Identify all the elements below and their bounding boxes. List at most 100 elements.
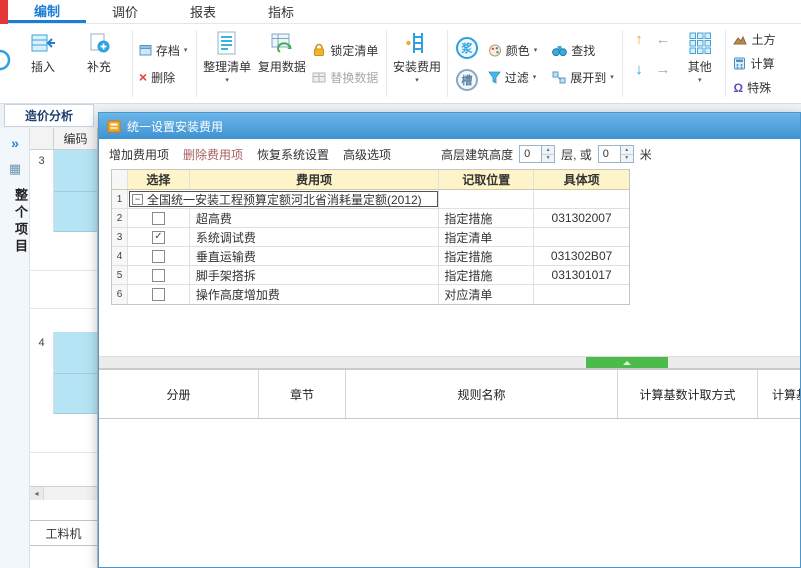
move-right-button[interactable]: →: [655, 61, 670, 78]
item-code-cell[interactable]: [534, 190, 629, 208]
search-icon[interactable]: [0, 34, 12, 94]
checkbox[interactable]: [151, 211, 165, 225]
circle-cao-button[interactable]: 槽: [455, 68, 478, 91]
calculator-button[interactable]: 计算: [733, 55, 800, 72]
spin-up-button[interactable]: ▲: [620, 146, 633, 155]
spin-down-button[interactable]: ▼: [620, 154, 633, 162]
tab-compile[interactable]: 编制: [8, 0, 87, 23]
fee-name-cell[interactable]: 垂直运输费: [190, 247, 440, 265]
splitter-handle[interactable]: [586, 357, 668, 368]
replace-data-button[interactable]: 替换数据: [312, 69, 379, 86]
select-cell[interactable]: [128, 285, 190, 304]
reuse-data-icon: [269, 29, 295, 56]
item-code-cell[interactable]: [534, 228, 629, 246]
checkbox[interactable]: [151, 268, 165, 282]
fee-name-cell[interactable]: 系统调试费: [190, 228, 440, 246]
table-splitter: [99, 356, 800, 369]
archive-label: 存档: [155, 43, 180, 58]
tab-indicators[interactable]: 指标: [242, 0, 320, 23]
reuse-data-button[interactable]: 复用数据: [255, 24, 308, 103]
advanced-options-button[interactable]: 高级选项: [343, 146, 391, 163]
lock-list-button[interactable]: 锁定清单: [312, 42, 379, 59]
fee-name-cell[interactable]: 操作高度增加费: [190, 285, 440, 304]
ribbon-group-color-filter: 颜色 ▾ 过滤 ▾: [484, 24, 549, 103]
left-navigation-strip: » ▦ 整个项目: [0, 128, 30, 568]
item-code-cell[interactable]: 031301017: [534, 266, 629, 284]
circle-jiang-button[interactable]: 浆: [455, 36, 478, 59]
dialog-install-fee-settings: 统一设置安装费用 增加费用项 删除费用项 恢复系统设置 高级选项 高层建筑高度 …: [98, 112, 801, 568]
position-cell[interactable]: 指定清单: [439, 228, 535, 246]
ribbon-separator: [724, 30, 726, 97]
scroll-left-button[interactable]: ◂: [30, 487, 44, 500]
reuse-data-label: 复用数据: [257, 60, 306, 74]
item-code-cell[interactable]: [534, 285, 629, 304]
grid-cell-cyan[interactable]: [54, 332, 97, 414]
archive-button[interactable]: 存档 ▾: [139, 42, 190, 59]
position-cell[interactable]: 对应清单: [439, 285, 535, 304]
position-cell[interactable]: 指定措施: [439, 209, 535, 227]
find-button[interactable]: 查找: [552, 42, 616, 59]
item-code-cell[interactable]: 031302B07: [534, 247, 629, 265]
ribbon-group-find-expand: 查找 展开到 ▾: [548, 24, 620, 103]
delete-fee-item-button[interactable]: 删除费用项: [183, 146, 243, 163]
filter-button[interactable]: 过滤 ▾: [487, 69, 545, 86]
labor-material-label: 工料机: [45, 526, 82, 541]
move-down-button[interactable]: ↓: [635, 61, 643, 78]
header-volume: 分册: [99, 370, 259, 418]
position-cell[interactable]: 指定措施: [439, 266, 535, 284]
select-cell[interactable]: [128, 209, 190, 227]
dialog-toolbar: 增加费用项 删除费用项 恢复系统设置 高级选项 高层建筑高度 0 ▲ ▼ 层, …: [99, 139, 800, 169]
select-cell[interactable]: [128, 247, 190, 265]
expand-to-label: 展开到: [570, 70, 607, 85]
position-cell[interactable]: [439, 190, 535, 208]
root-node-cell[interactable]: − 全国统一安装工程预算定额河北省消耗量定额(2012): [128, 190, 440, 208]
install-fee-button[interactable]: 安装费用 ▾: [389, 24, 446, 103]
insert-button[interactable]: 插入: [15, 24, 71, 103]
checkbox[interactable]: [151, 288, 165, 301]
meters-spinner[interactable]: 0 ▲ ▼: [597, 145, 634, 163]
dialog-icon: [107, 120, 121, 133]
horizontal-scrollbar[interactable]: ◂: [30, 486, 97, 500]
fee-name-cell[interactable]: 脚手架搭拆: [190, 266, 440, 284]
select-cell[interactable]: [128, 266, 190, 284]
tab-label: 报表: [190, 5, 217, 20]
add-fee-item-button[interactable]: 增加费用项: [109, 146, 169, 163]
collapse-panel-button[interactable]: »: [0, 135, 30, 151]
position-cell[interactable]: 指定措施: [439, 247, 535, 265]
tab-labor-material[interactable]: 工料机: [30, 520, 97, 546]
tab-cost-analysis[interactable]: 造价分析: [4, 104, 94, 127]
color-label: 颜色: [505, 43, 530, 58]
special-symbol-button[interactable]: Ω 特殊: [733, 79, 800, 96]
fee-name-cell[interactable]: 超高费: [190, 209, 440, 227]
restore-system-settings-button[interactable]: 恢复系统设置: [257, 146, 329, 163]
item-code-cell[interactable]: 031302007: [534, 209, 629, 227]
meters-value: 0: [602, 148, 609, 160]
move-left-button[interactable]: ←: [655, 31, 670, 48]
floors-spinner[interactable]: 0 ▲ ▼: [519, 145, 556, 163]
tree-collapse-icon[interactable]: −: [131, 193, 143, 205]
dialog-title-bar[interactable]: 统一设置安装费用: [99, 113, 800, 139]
checkbox-checked[interactable]: ✓: [151, 230, 165, 244]
floors-suffix-label: 层, 或: [561, 147, 592, 162]
move-up-button[interactable]: ↑: [635, 31, 643, 48]
select-cell[interactable]: ✓: [128, 228, 190, 246]
replace-data-label: 替换数据: [330, 70, 379, 85]
other-button[interactable]: 其他 ▾: [677, 24, 723, 103]
delete-button[interactable]: × 删除: [139, 69, 190, 86]
tab-reports[interactable]: 报表: [164, 0, 242, 23]
app-corner-accent: [0, 0, 8, 24]
earthwork-button[interactable]: 土方: [733, 31, 800, 48]
grid-cell-cyan[interactable]: [54, 150, 97, 232]
spinner-buttons: ▲ ▼: [541, 146, 555, 162]
checkbox[interactable]: [151, 249, 165, 263]
ribbon-group-cut-right: 土方 计算 Ω 特殊: [727, 24, 800, 103]
organize-list-button[interactable]: 整理清单 ▾: [199, 24, 256, 103]
header-rule-name: 规则名称: [346, 370, 618, 418]
panel-grid-icon[interactable]: ▦: [0, 161, 30, 177]
expand-to-button[interactable]: 展开到 ▾: [552, 69, 616, 86]
color-button[interactable]: 颜色 ▾: [488, 42, 545, 59]
spin-down-button[interactable]: ▼: [542, 154, 555, 162]
supplement-button[interactable]: 补充: [71, 24, 127, 103]
spin-up-button[interactable]: ▲: [542, 146, 555, 155]
tab-adjust-price[interactable]: 调价: [86, 0, 164, 23]
